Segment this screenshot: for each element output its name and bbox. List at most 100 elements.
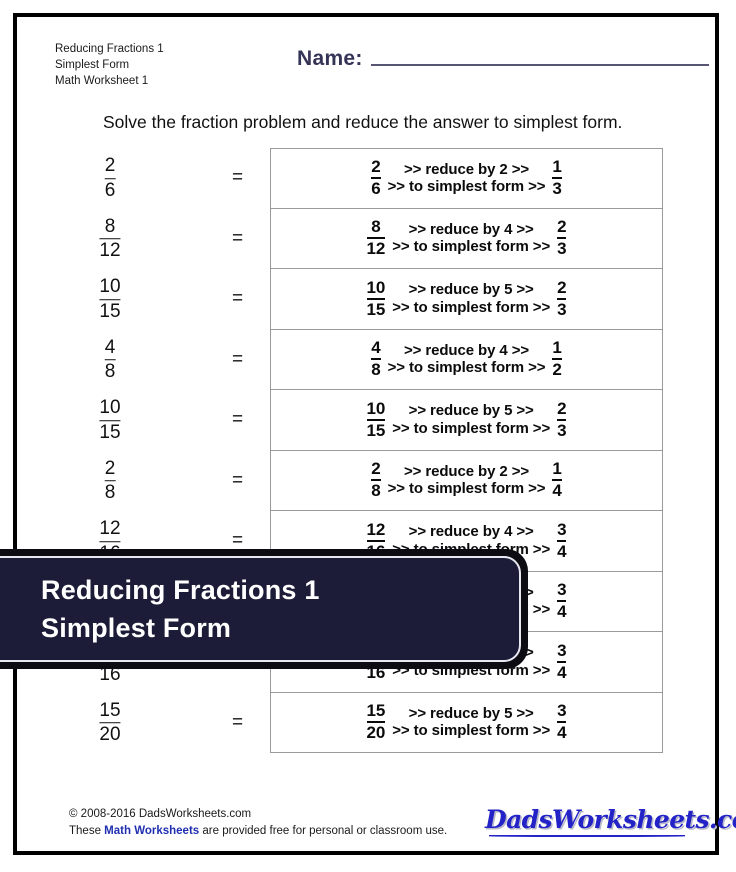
math-worksheets-link[interactable]: Math Worksheets	[104, 825, 199, 837]
instruction-text: Solve the fraction problem and reduce th…	[103, 112, 623, 132]
equals-sign: =	[232, 288, 244, 310]
answer-fraction: 14	[552, 460, 562, 500]
answer-denominator: 3	[557, 299, 567, 319]
answer-fraction: 23	[557, 398, 567, 440]
problem-row: 2 8 = 2 8 >> reduce by 2 >> >> to simplest for…	[17, 450, 715, 511]
equals-sign: =	[232, 227, 244, 249]
reduce-step: >> reduce by 4 >>	[408, 220, 534, 238]
reduction-steps: >> reduce by 5 >> >> to simplest form >>	[385, 402, 557, 437]
question-column: 8 12 =	[17, 209, 270, 270]
footer-usage: These Math Worksheets are provided free …	[69, 823, 447, 840]
answer-box: 15 20 >> reduce by 5 >> >> to simplest form…	[270, 692, 663, 753]
question-numerator: 12	[99, 518, 121, 540]
question-fraction: 48	[104, 337, 116, 383]
reduce-step: >> reduce by 2 >>	[403, 160, 530, 178]
answer-box: 2 6 >> reduce by 2 >> >> to simplest form >…	[270, 148, 663, 209]
answer-box: 10 15 >> reduce by 5 >> >> to simplest form…	[270, 390, 663, 451]
problem-row: 10 15 = 10 15 >> reduce by 5 >> >> to simplest…	[17, 269, 715, 330]
name-field[interactable]: Name:	[297, 47, 709, 71]
logo-underline-swash	[489, 835, 685, 837]
work-start-fraction: 10 15	[366, 398, 386, 440]
fraction-bar	[99, 419, 121, 421]
work-numerator: 4	[371, 338, 381, 358]
simplest-form-step: >> to simplest form >>	[387, 359, 546, 377]
problem-row: 10 15 = 10 15 >> reduce by 5 >> >> to simplest…	[17, 390, 715, 451]
work-denominator: 20	[366, 723, 386, 743]
answer-numerator: 3	[557, 519, 567, 539]
question-denominator: 12	[99, 240, 121, 262]
answer-fraction: 12	[552, 338, 562, 380]
reduction-steps: >> reduce by 2 >> >> to simplest form >>	[381, 463, 553, 498]
answer-numerator: 1	[552, 338, 562, 358]
work-start-fraction: 48	[371, 338, 381, 379]
answer-denominator: 2	[552, 360, 562, 380]
simplest-form-step: >> to simplest form >>	[392, 419, 551, 437]
equals-sign: =	[232, 409, 244, 431]
question-column: 10 15 =	[17, 269, 270, 330]
answer-denominator: 4	[557, 541, 567, 561]
worksheet-sheet: Reducing Fractions 1 Simplest Form Math …	[17, 17, 736, 851]
question-fraction: 8 12	[99, 216, 121, 262]
work-denominator: 15	[366, 299, 386, 319]
worked-solution: 4 8 >> reduce by 4 >> >> to simplest form >…	[371, 339, 562, 379]
work-numerator: 12	[366, 519, 386, 539]
worked-solution: 2 8 >> reduce by 2 >> >> to simplest form >…	[371, 460, 562, 500]
work-start-fraction: 26	[371, 157, 381, 198]
answer-denominator: 4	[557, 723, 567, 743]
answer-denominator: 4	[557, 662, 567, 682]
question-fraction: 10 15	[99, 276, 121, 322]
work-start-fraction: 28	[371, 460, 381, 500]
worked-solution: 10 15 >> reduce by 5 >> >> to simplest form…	[366, 277, 567, 319]
work-denominator: 15	[366, 420, 386, 440]
answer-numerator: 2	[557, 277, 567, 297]
reduce-step: >> reduce by 5 >>	[408, 281, 534, 299]
answer-box: 8 12 >> reduce by 4 >> >> to simplest form …	[270, 208, 663, 269]
problem-row: 4 8 = 4 8 >> reduce by 4 >> >> to simplest for…	[17, 329, 715, 391]
title-overlay-inner: Reducing Fractions 1 Simplest Form	[0, 556, 521, 662]
dadsworksheets-logo[interactable]: DadsWorksheets.com	[485, 805, 736, 841]
worksheet-header-title: Reducing Fractions 1 Simplest Form Math …	[55, 41, 164, 89]
worked-solution: 8 12 >> reduce by 4 >> >> to simplest form …	[366, 218, 567, 258]
work-numerator: 2	[371, 157, 381, 177]
equals-sign: =	[232, 167, 244, 189]
question-fraction: 10 15	[99, 397, 121, 443]
question-column: 4 8 =	[17, 330, 270, 391]
overlay-line-1: Reducing Fractions 1	[41, 574, 320, 605]
work-numerator: 10	[366, 398, 386, 418]
footer-usage-suffix: are provided free for personal or classr…	[202, 825, 448, 837]
fraction-bar	[104, 480, 116, 482]
name-write-line[interactable]	[370, 64, 709, 66]
problem-row: 2 6 = 2 6 >> reduce by 2 >> >> to simplest for…	[17, 148, 715, 209]
answer-box: 4 8 >> reduce by 4 >> >> to simplest form >…	[270, 329, 663, 390]
worksheet-page: Reducing Fractions 1 Simplest Form Math …	[0, 0, 736, 872]
fraction-bar	[99, 238, 121, 240]
answer-fraction: 23	[557, 218, 567, 258]
simplest-form-step: >> to simplest form >>	[387, 178, 546, 196]
question-column: 15 20 =	[17, 693, 270, 754]
answer-numerator: 3	[557, 580, 567, 600]
work-numerator: 10	[366, 277, 386, 297]
reduction-steps: >> reduce by 2 >> >> to simplest form >>	[381, 161, 553, 196]
reduce-step: >> reduce by 2 >>	[403, 462, 530, 480]
answer-fraction: 34	[557, 642, 567, 682]
question-denominator: 15	[99, 421, 121, 443]
answer-numerator: 2	[557, 398, 567, 418]
footer-copyright: © 2008-2016 DadsWorksheets.com	[69, 808, 252, 820]
reduce-step: >> reduce by 4 >>	[403, 341, 530, 359]
question-numerator: 10	[99, 276, 121, 298]
work-start-fraction: 15 20	[366, 702, 386, 743]
question-fraction: 28	[104, 458, 116, 504]
fraction-bar	[99, 540, 121, 542]
question-denominator: 15	[99, 300, 121, 322]
worked-solution: 10 15 >> reduce by 5 >> >> to simplest form…	[366, 398, 567, 440]
question-column: 10 15 =	[17, 390, 270, 451]
question-column: 2 6 =	[17, 148, 270, 209]
question-denominator: 20	[99, 724, 121, 746]
answer-fraction: 13	[552, 158, 562, 198]
header-line-2: Simplest Form	[55, 59, 130, 71]
simplest-form-step: >> to simplest form >>	[392, 238, 551, 256]
logo-text: DadsWorksheets.com	[485, 805, 736, 834]
question-denominator: 6	[104, 179, 116, 201]
reduction-steps: >> reduce by 4 >>>> to simplest form >>	[381, 342, 553, 377]
header-line-1: Reducing Fractions 1	[55, 43, 164, 55]
